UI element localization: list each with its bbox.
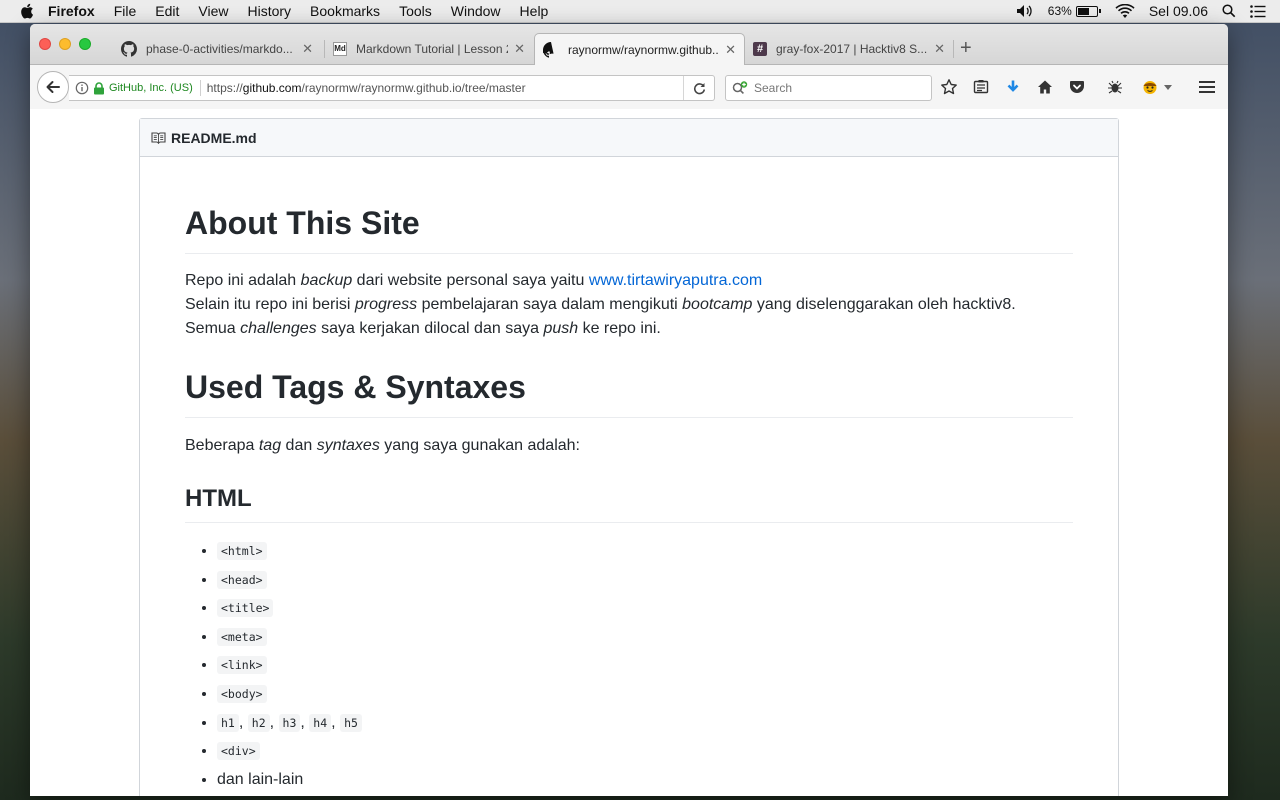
clock[interactable]: Sel 09.06: [1149, 3, 1208, 19]
back-button[interactable]: [37, 71, 69, 103]
menu-bookmarks[interactable]: Bookmarks: [310, 3, 380, 19]
macos-menubar: Firefox File Edit View History Bookmarks…: [0, 0, 1280, 23]
notification-center-icon[interactable]: [1250, 4, 1266, 18]
home-icon: [1038, 80, 1052, 94]
readme-filename[interactable]: README.md: [171, 130, 257, 146]
book-icon: [151, 131, 166, 144]
extension-button[interactable]: [1104, 77, 1126, 97]
tab-title: phase-0-activities/markdo...: [146, 41, 293, 56]
hamburger-menu-icon: [1199, 81, 1215, 93]
menu-edit[interactable]: Edit: [155, 3, 179, 19]
chevron-down-icon[interactable]: [1164, 84, 1172, 90]
search-bar[interactable]: Search: [725, 75, 932, 101]
download-arrow-icon: [1007, 80, 1019, 92]
menu-help[interactable]: Help: [520, 3, 549, 19]
new-tab-button[interactable]: +: [960, 38, 972, 58]
window-minimize-button[interactable]: [59, 38, 71, 50]
star-icon: [941, 79, 957, 95]
bookmark-star-button[interactable]: [938, 77, 960, 97]
tab-title: Markdown Tutorial | Lesson 2: [356, 41, 509, 56]
list-item: <title>: [217, 594, 1073, 623]
lock-icon[interactable]: [93, 81, 105, 95]
github-icon: [121, 40, 137, 57]
battery-icon: [1075, 5, 1098, 17]
apple-logo-icon[interactable]: [20, 3, 34, 19]
tab-raynormw-github[interactable]: raynormw/raynormw.github... ✕: [534, 33, 745, 65]
list-item: <meta>: [217, 623, 1073, 652]
readme-box: README.md About This Site Repo ini adala…: [139, 118, 1119, 796]
tab-title: gray-fox-2017 | Hacktiv8 S...: [776, 41, 928, 56]
toolbar-buttons: [938, 77, 1182, 97]
extension-bug-icon: [1108, 80, 1122, 94]
bookmarks-menu-icon: [973, 80, 989, 94]
tab-close-icon[interactable]: ✕: [514, 41, 525, 57]
hamburger-menu-button[interactable]: [1196, 77, 1218, 97]
downloads-button[interactable]: [1002, 77, 1024, 97]
info-icon[interactable]: [75, 81, 89, 95]
mascot-icon: [1143, 81, 1157, 94]
menu-app-firefox[interactable]: Firefox: [48, 3, 95, 19]
heading-html: HTML: [185, 484, 1073, 523]
battery-percent: 63%: [1047, 4, 1072, 18]
heading-about: About This Site: [185, 203, 1073, 254]
reload-icon: [693, 82, 705, 94]
search-engine-icon[interactable]: [732, 81, 750, 95]
url-bar[interactable]: GitHub, Inc. (US) https://github.com/ray…: [69, 75, 715, 101]
menu-tools[interactable]: Tools: [399, 3, 432, 19]
back-arrow-icon: [46, 81, 60, 93]
tab-markdown-tutorial[interactable]: Md Markdown Tutorial | Lesson 2 ✕: [325, 33, 533, 64]
search-placeholder: Search: [754, 81, 793, 95]
readme-header: README.md: [140, 119, 1118, 157]
list-item: <div>: [217, 737, 1073, 766]
pocket-icon: [1070, 81, 1084, 93]
heading-used-tags: Used Tags & Syntaxes: [185, 367, 1073, 418]
window-close-button[interactable]: [39, 38, 51, 50]
menu-view[interactable]: View: [198, 3, 228, 19]
firefox-window: phase-0-activities/markdo... ✕ Md Markdo…: [30, 24, 1228, 796]
url-text[interactable]: https://github.com/raynormw/raynormw.git…: [207, 81, 526, 95]
list-item: <html>: [217, 537, 1073, 566]
site-identity[interactable]: GitHub, Inc. (US): [109, 82, 193, 94]
tab-close-icon[interactable]: ✕: [934, 41, 945, 57]
spotlight-search-icon[interactable]: [1222, 4, 1236, 18]
menu-window[interactable]: Window: [451, 3, 501, 19]
wifi-icon[interactable]: [1115, 3, 1135, 19]
pocket-button[interactable]: [1066, 77, 1088, 97]
tab-phase-0-activities[interactable]: phase-0-activities/markdo... ✕: [113, 33, 321, 64]
reading-list-button[interactable]: [970, 77, 992, 97]
window-controls: [39, 38, 99, 50]
github-icon: [543, 41, 559, 58]
page-content: README.md About This Site Repo ini adala…: [30, 109, 1228, 796]
window-zoom-button[interactable]: [79, 38, 91, 50]
menu-history[interactable]: History: [247, 3, 291, 19]
navigation-toolbar: GitHub, Inc. (US) https://github.com/ray…: [30, 65, 1228, 110]
menu-file[interactable]: File: [114, 3, 137, 19]
reload-button[interactable]: [683, 76, 714, 100]
tab-close-icon[interactable]: ✕: [302, 41, 313, 57]
battery-status[interactable]: 63%: [1048, 4, 1101, 18]
tab-strip: phase-0-activities/markdo... ✕ Md Markdo…: [30, 24, 1228, 65]
website-link[interactable]: www.tirtawiryaputra.com: [589, 272, 762, 289]
list-item: <link>: [217, 651, 1073, 680]
tab-gray-fox-slack[interactable]: # gray-fox-2017 | Hacktiv8 S... ✕: [745, 33, 953, 64]
list-item: h1, h2, h3, h4, h5: [217, 709, 1073, 738]
intro-paragraph: Repo ini adalah backup dari website pers…: [185, 272, 1016, 337]
list-item: <head>: [217, 566, 1073, 595]
list-item: <body>: [217, 680, 1073, 709]
home-button[interactable]: [1034, 77, 1056, 97]
md-icon: Md: [333, 41, 347, 56]
tags-intro-paragraph: Beberapa tag dan syntaxes yang saya guna…: [185, 437, 580, 454]
extension-mascot-button[interactable]: [1142, 77, 1172, 97]
markdown-body: About This Site Repo ini adalah backup d…: [140, 203, 1118, 794]
tab-close-icon[interactable]: ✕: [725, 42, 736, 58]
slack-hash-icon: #: [753, 41, 767, 56]
volume-icon[interactable]: [1016, 4, 1034, 18]
tab-title: raynormw/raynormw.github...: [568, 42, 720, 57]
html-tags-list: <html> <head> <title> <meta> <link> <bod…: [185, 537, 1073, 794]
list-item: dan lain-lain: [217, 766, 1073, 795]
